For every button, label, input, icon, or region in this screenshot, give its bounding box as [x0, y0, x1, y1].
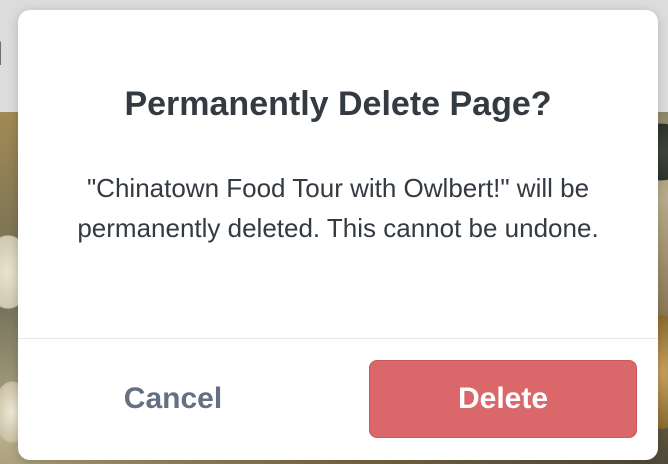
- dialog-divider: [18, 338, 658, 339]
- delete-button[interactable]: Delete: [369, 360, 637, 438]
- dialog-message: "Chinatown Food Tour with Owlbert!" will…: [77, 173, 599, 243]
- cancel-button[interactable]: Cancel: [53, 360, 293, 438]
- dialog-title: Permanently Delete Page?: [124, 85, 552, 123]
- delete-confirmation-dialog: Permanently Delete Page? "Chinatown Food…: [18, 10, 658, 460]
